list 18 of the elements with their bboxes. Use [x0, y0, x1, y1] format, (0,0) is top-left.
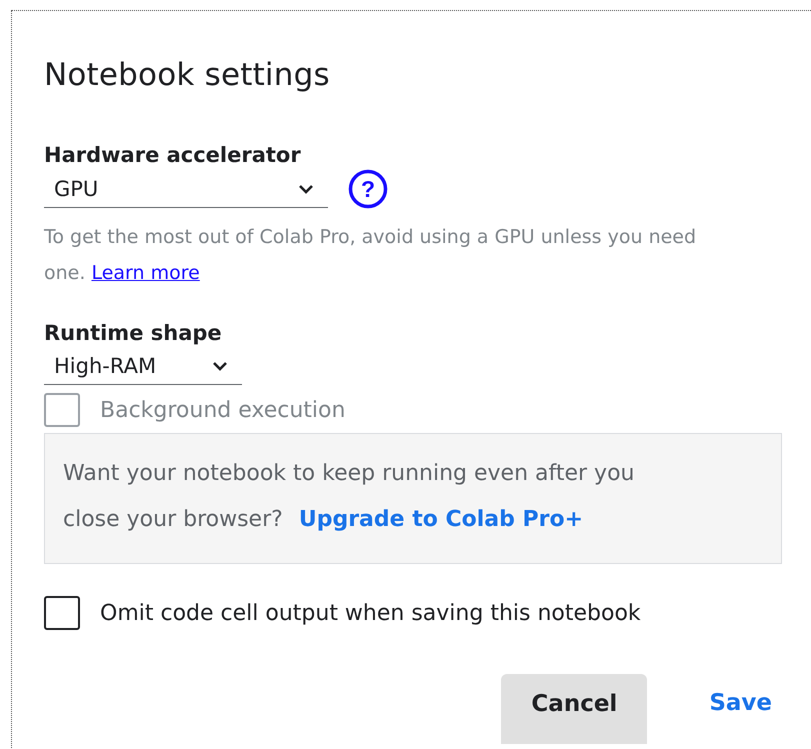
help-icon[interactable]: ? — [348, 169, 388, 209]
checkbox-label: Background execution — [100, 398, 346, 422]
help-icon-glyph: ? — [360, 176, 376, 202]
upgrade-notice: Want your notebook to keep running even after you close your browser? Upgrade to Colab Pro+ — [44, 433, 782, 564]
field-label: Runtime shape — [44, 320, 223, 347]
checkbox-label: Omit code cell output when saving this notebook — [100, 600, 641, 626]
caret-icon — [212, 360, 228, 370]
hint-text: To get the most out of Colab Pro, avoid using a GPU unless you need one. Learn more — [44, 225, 698, 286]
learn-more-link[interactable]: Learn more — [91, 262, 200, 284]
checkbox[interactable] — [44, 596, 80, 630]
cancel-button[interactable]: Cancel — [501, 674, 648, 744]
upgrade-link[interactable]: Upgrade to Colab Pro+ — [298, 507, 584, 532]
field-label: Hardware accelerator — [44, 142, 302, 169]
caret-icon — [298, 184, 314, 194]
dialog-title: Notebook settings — [44, 56, 331, 95]
dropdown[interactable]: GPU — [44, 170, 328, 208]
save-button[interactable]: Save — [709, 674, 772, 716]
dropdown[interactable]: High-RAM — [44, 347, 242, 385]
